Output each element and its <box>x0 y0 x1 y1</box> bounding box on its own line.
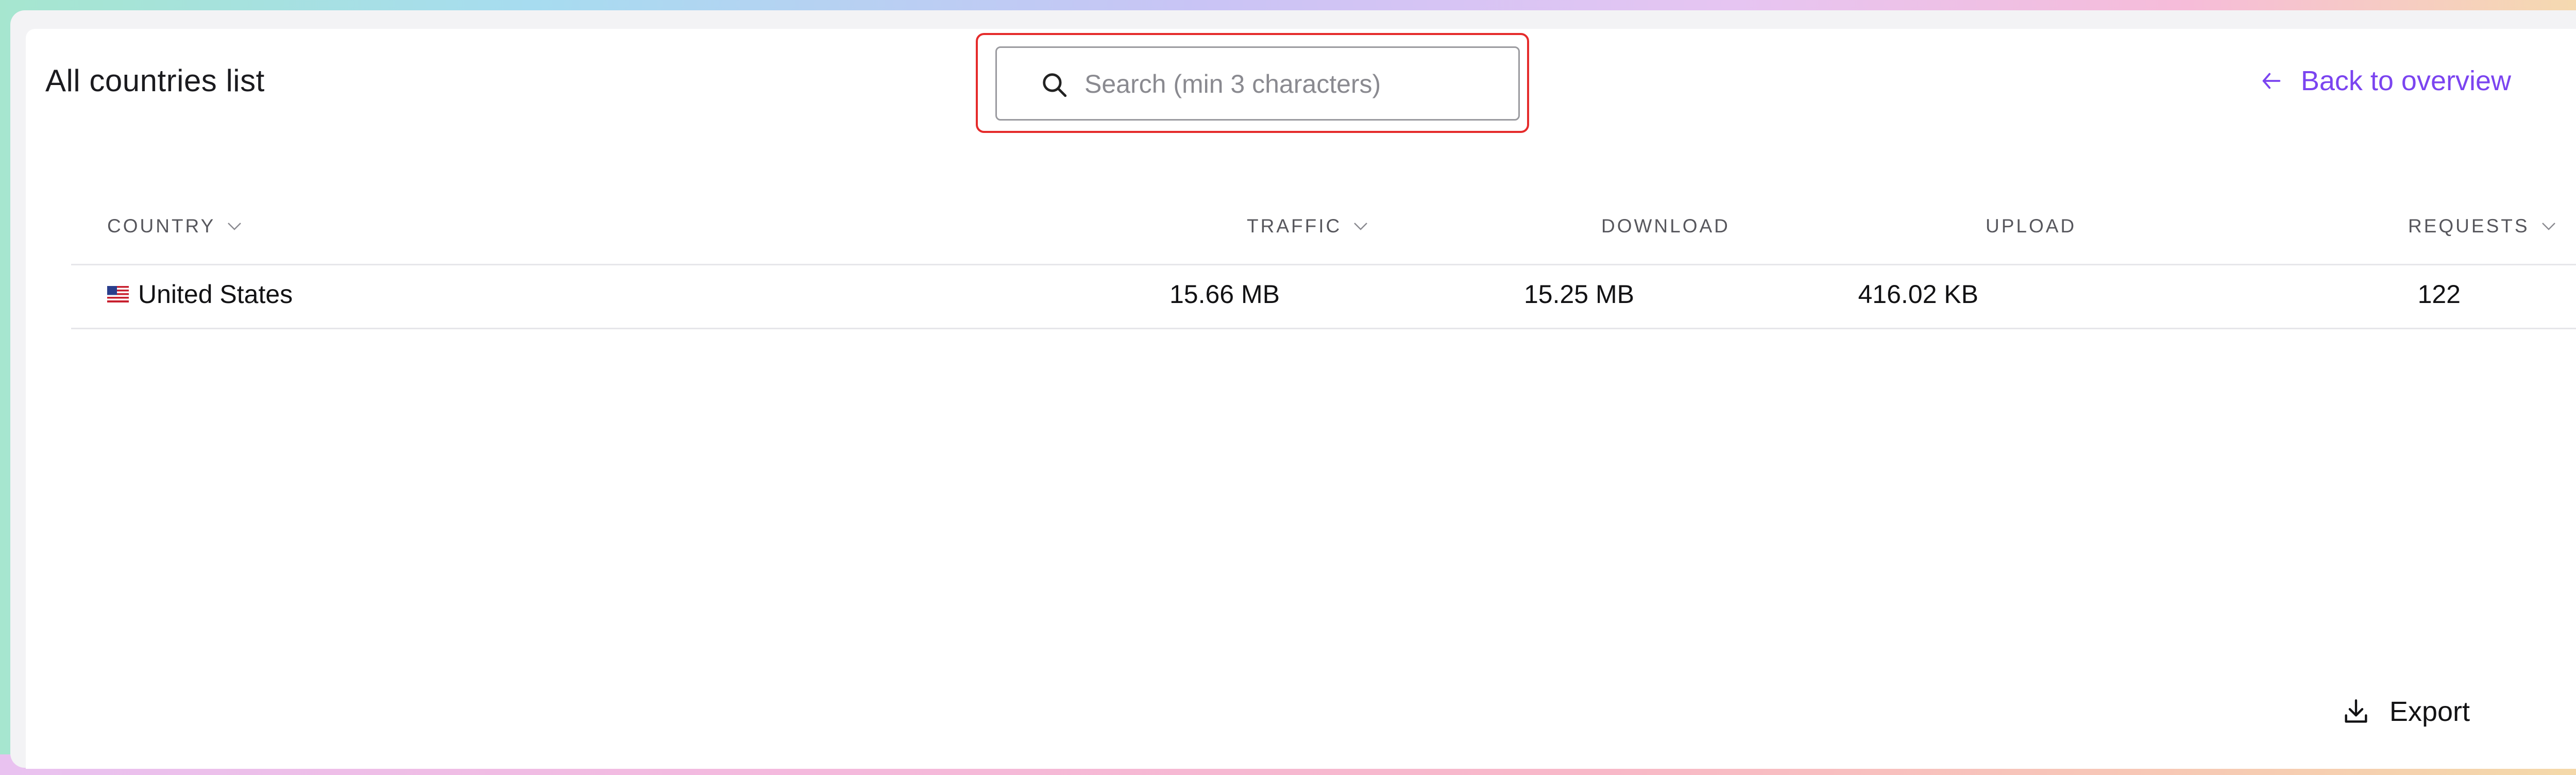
column-header-label: REQUESTS <box>2408 215 2530 237</box>
column-header-label: DOWNLOAD <box>1601 215 1730 237</box>
search-box[interactable] <box>995 46 1520 121</box>
search-icon <box>1043 73 1067 97</box>
upload-cell: 416.02 KB <box>1858 280 1978 309</box>
country-cell: United States <box>107 279 293 309</box>
column-header-upload: UPLOAD <box>1986 215 2076 237</box>
chevron-down-icon <box>1354 223 1368 230</box>
chevron-down-icon <box>2541 223 2555 230</box>
country-name: United States <box>138 280 293 309</box>
page-title: All countries list <box>45 63 265 98</box>
column-header-label: UPLOAD <box>1986 215 2077 237</box>
column-header-label: COUNTRY <box>107 215 216 237</box>
us-flag-icon <box>107 285 129 302</box>
arrow-left-icon <box>2262 73 2281 89</box>
chevron-down-icon <box>228 223 242 230</box>
column-header-traffic[interactable]: TRAFFIC <box>1247 215 1368 237</box>
table-header-divider <box>71 264 2576 265</box>
column-header-label: TRAFFIC <box>1247 215 1342 237</box>
column-header-requests[interactable]: REQUESTS <box>2408 215 2556 237</box>
export-button[interactable]: Export <box>2341 696 2470 728</box>
download-cell: 15.25 MB <box>1523 280 1634 309</box>
traffic-cell: 15.66 MB <box>1169 280 1280 309</box>
column-header-country[interactable]: COUNTRY <box>107 215 242 237</box>
back-to-overview-link[interactable]: Back to overview <box>2260 65 2511 97</box>
download-icon <box>2345 699 2367 723</box>
countries-card <box>26 29 2576 769</box>
search-input[interactable] <box>1084 58 1507 110</box>
table-row-divider <box>71 328 2576 329</box>
back-to-overview-label: Back to overview <box>2300 65 2511 96</box>
export-label: Export <box>2389 696 2470 727</box>
requests-cell: 122 <box>2417 280 2461 309</box>
column-header-download: DOWNLOAD <box>1601 215 1730 237</box>
